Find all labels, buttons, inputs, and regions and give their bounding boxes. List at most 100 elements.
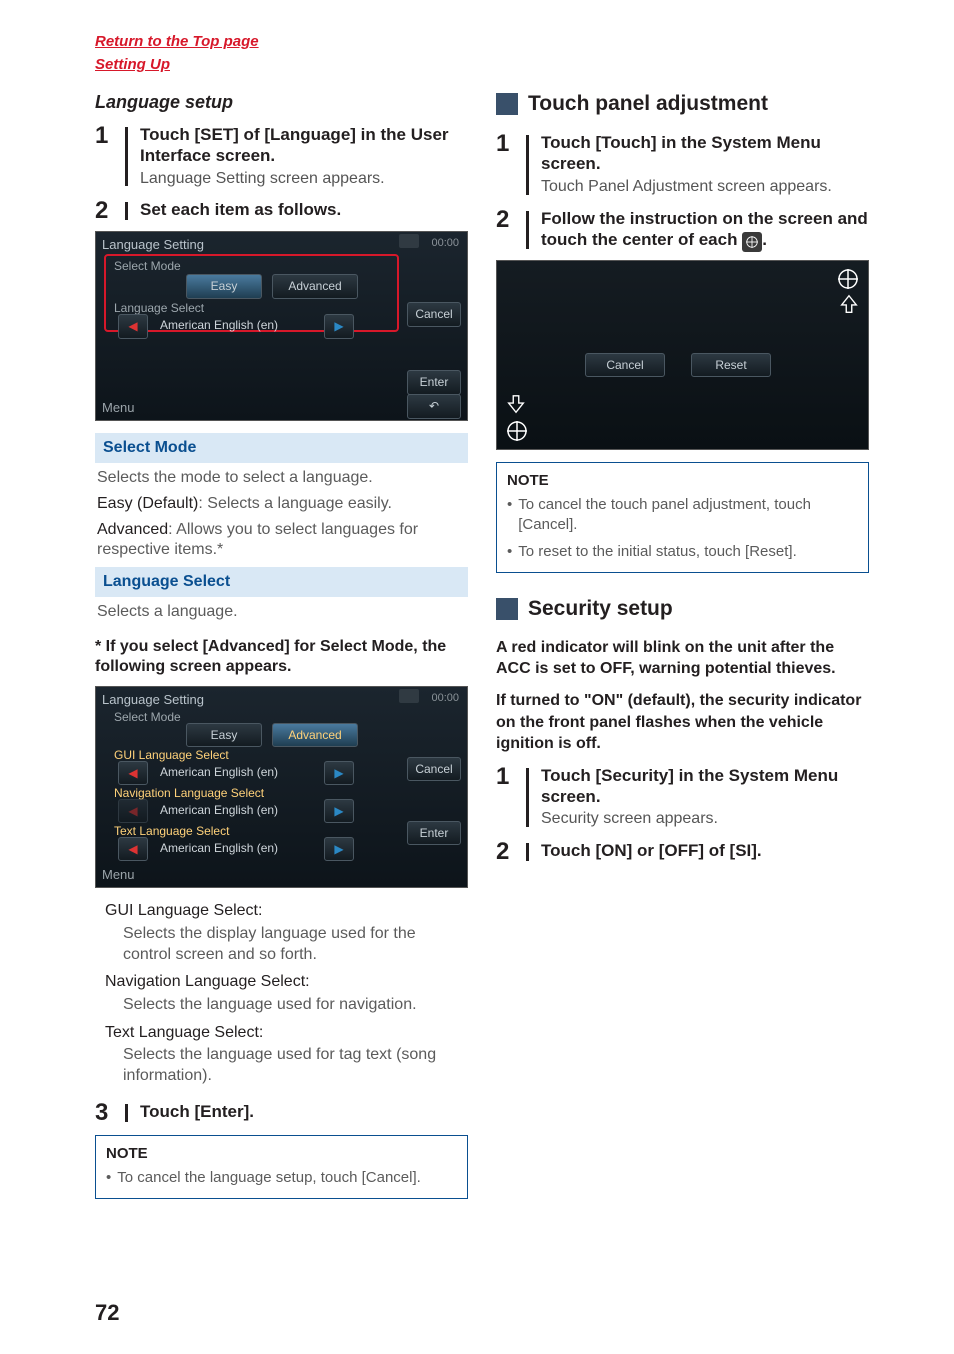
right-column: Touch panel adjustment 1 Touch [Touch] i… (496, 90, 869, 1199)
tp-step-2-title: Follow the instruction on the screen and… (541, 208, 869, 252)
step-number: 1 (496, 132, 518, 156)
touch-panel-screenshot: Cancel Reset (496, 260, 869, 450)
step-2: 2 Set each item as follows. (95, 199, 468, 223)
note-item: To cancel the touch panel adjustment, to… (507, 495, 858, 534)
sec-step-1: 1 Touch [Security] in the System Menu sc… (496, 765, 869, 830)
text-term: Text Language Select: (105, 1022, 468, 1044)
left-column: Language setup 1 Touch [SET] of [Languag… (95, 90, 468, 1199)
language-value: American English (en) (160, 764, 278, 780)
language-setting-screenshot-easy: Language Setting 00:00 Select Mode Easy … (95, 231, 468, 421)
cancel-button[interactable]: Cancel (407, 757, 461, 781)
asterisk-note: * If you select [Advanced] for Select Mo… (95, 637, 468, 679)
top-links: Return to the Top page Setting Up (95, 30, 869, 76)
security-setup-header: Security setup (496, 595, 869, 623)
ss-title: Language Setting (102, 691, 204, 709)
reset-button[interactable]: Reset (691, 353, 771, 377)
language-value: American English (en) (160, 840, 278, 856)
tp-step-1-title: Touch [Touch] in the System Menu screen. (541, 132, 869, 175)
step-bar (125, 1104, 128, 1122)
sec-step-1-title: Touch [Security] in the System Menu scre… (541, 765, 869, 808)
security-setup-title: Security setup (528, 595, 673, 623)
back-button[interactable]: ↶ (407, 394, 461, 418)
easy-button[interactable]: Easy (186, 274, 262, 298)
next-arrow-button[interactable]: ▶ (324, 799, 354, 823)
menu-label: Menu (102, 866, 135, 884)
step-number: 1 (95, 124, 117, 148)
step-bar (125, 202, 128, 220)
prev-arrow-button[interactable]: ◀ (118, 314, 148, 338)
enter-button[interactable]: Enter (407, 821, 461, 845)
ss-clock: 00:00 (431, 236, 459, 251)
note-item: To reset to the initial status, touch [R… (507, 542, 858, 562)
note-title: NOTE (507, 471, 858, 491)
step-1: 1 Touch [SET] of [Language] in the User … (95, 124, 468, 189)
tp-step-1: 1 Touch [Touch] in the System Menu scree… (496, 132, 869, 197)
setting-up-link[interactable]: Setting Up (95, 56, 170, 73)
step-1-title: Touch [SET] of [Language] in the User In… (140, 124, 468, 167)
next-arrow-button[interactable]: ▶ (324, 314, 354, 338)
security-paragraph-2: If turned to "ON" (default), the securit… (496, 690, 869, 755)
language-value: American English (en) (160, 317, 278, 333)
easy-default-line: Easy (Default): Selects a language easil… (97, 494, 466, 515)
touch-panel-title: Touch panel adjustment (528, 90, 768, 118)
ss-clock: 00:00 (431, 691, 459, 706)
step-bar (125, 127, 128, 186)
prev-arrow-button[interactable]: ◀ (118, 837, 148, 861)
note-item: To cancel the language setup, touch [Can… (106, 1168, 457, 1188)
prev-arrow-button[interactable]: ◀ (118, 799, 148, 823)
language-value: American English (en) (160, 802, 278, 818)
step-3: 3 Touch [Enter]. (95, 1101, 468, 1125)
target-icon (836, 267, 860, 291)
easy-button[interactable]: Easy (186, 723, 262, 747)
step-bar (526, 211, 529, 249)
text-desc: Selects the language used for tag text (… (123, 1045, 468, 1087)
step-1-sub: Language Setting screen appears. (140, 169, 468, 190)
select-mode-subheader: Select Mode (95, 433, 468, 463)
next-arrow-button[interactable]: ▶ (324, 837, 354, 861)
sec-step-1-sub: Security screen appears. (541, 809, 869, 830)
gui-desc: Selects the display language used for th… (123, 924, 468, 966)
music-icon (399, 689, 419, 703)
advanced-line: Advanced: Allows you to select languages… (97, 520, 466, 562)
step-number: 3 (95, 1101, 117, 1125)
step-bar (526, 768, 529, 827)
menu-label: Menu (102, 399, 135, 417)
advanced-button[interactable]: Advanced (272, 274, 358, 298)
step-3-title: Touch [Enter]. (140, 1101, 468, 1122)
gui-term: GUI Language Select: (105, 900, 468, 922)
touch-panel-header: Touch panel adjustment (496, 90, 869, 118)
page-number: 72 (95, 1298, 119, 1328)
up-arrow-icon (838, 293, 860, 315)
select-mode-label: Select Mode (114, 709, 181, 725)
step-number: 2 (95, 199, 117, 223)
select-mode-desc: Selects the mode to select a language. (97, 468, 466, 489)
language-setting-screenshot-advanced: Language Setting 00:00 Select Mode Easy … (95, 686, 468, 888)
select-mode-label: Select Mode (114, 258, 181, 274)
prev-arrow-button[interactable]: ◀ (118, 761, 148, 785)
note-box-right: NOTE To cancel the touch panel adjustmen… (496, 462, 869, 573)
definitions-list: GUI Language Select: Selects the display… (105, 900, 468, 1087)
enter-button[interactable]: Enter (407, 370, 461, 394)
step-number: 1 (496, 765, 518, 789)
step-number: 2 (496, 840, 518, 864)
cancel-button[interactable]: Cancel (407, 302, 461, 326)
sec-step-2-title: Touch [ON] or [OFF] of [SI]. (541, 840, 869, 861)
target-icon (505, 419, 529, 443)
security-paragraph-1: A red indicator will blink on the unit a… (496, 637, 869, 680)
return-link[interactable]: Return to the Top page (95, 33, 259, 50)
step-bar (526, 135, 529, 194)
advanced-button[interactable]: Advanced (272, 723, 358, 747)
down-arrow-icon (505, 393, 527, 415)
language-setup-heading: Language setup (95, 90, 468, 114)
step-number: 2 (496, 208, 518, 232)
tp-step-2: 2 Follow the instruction on the screen a… (496, 208, 869, 252)
note-title: NOTE (106, 1144, 457, 1164)
cancel-button[interactable]: Cancel (585, 353, 665, 377)
next-arrow-button[interactable]: ▶ (324, 761, 354, 785)
note-box-left: NOTE To cancel the language setup, touch… (95, 1135, 468, 1199)
nav-term: Navigation Language Select: (105, 971, 468, 993)
sec-step-2: 2 Touch [ON] or [OFF] of [SI]. (496, 840, 869, 864)
target-icon (742, 232, 762, 252)
language-select-desc: Selects a language. (97, 602, 466, 623)
nav-desc: Selects the language used for navigation… (123, 995, 468, 1016)
